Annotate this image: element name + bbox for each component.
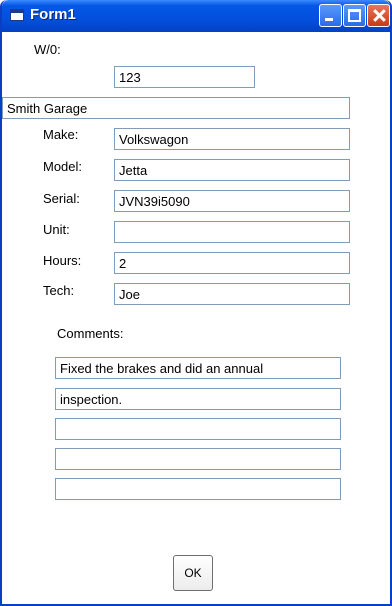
wo-label: W/0:: [34, 42, 61, 57]
serial-field[interactable]: JVN39i5090: [114, 190, 350, 212]
unit-label: Unit:: [43, 222, 70, 237]
comments-line-4[interactable]: [55, 448, 341, 470]
hours-label: Hours:: [43, 253, 82, 268]
comments-line-3[interactable]: [55, 418, 341, 440]
tech-label: Tech:: [43, 283, 75, 298]
form-window: Form1 W/0: 123 Smith Garage Make: Volksw…: [0, 0, 392, 606]
comments-label: Comments:: [57, 326, 124, 341]
tech-field[interactable]: Joe: [114, 283, 350, 305]
serial-label: Serial:: [43, 191, 80, 206]
ok-button[interactable]: OK: [173, 555, 213, 591]
title-bar[interactable]: Form1: [2, 0, 390, 32]
maximize-button[interactable]: [343, 4, 366, 27]
wo-field[interactable]: 123: [114, 66, 255, 88]
hours-field[interactable]: 2: [114, 252, 350, 274]
comments-line-2[interactable]: inspection.: [55, 388, 341, 410]
comments-line-1[interactable]: Fixed the brakes and did an annual: [55, 357, 341, 379]
comments-line-5[interactable]: [55, 478, 341, 500]
make-field[interactable]: Volkswagon: [114, 128, 350, 150]
model-field[interactable]: Jetta: [114, 159, 350, 181]
make-label: Make:: [43, 127, 79, 142]
form-client-area: W/0: 123 Smith Garage Make: Volkswagon M…: [2, 32, 390, 604]
customer-field[interactable]: Smith Garage: [2, 97, 350, 119]
window-title: Form1: [30, 6, 76, 23]
form-icon[interactable]: [10, 9, 24, 21]
minimize-button[interactable]: [319, 4, 342, 27]
close-button[interactable]: [367, 4, 390, 27]
model-label: Model:: [43, 159, 83, 174]
unit-field[interactable]: [114, 221, 350, 243]
